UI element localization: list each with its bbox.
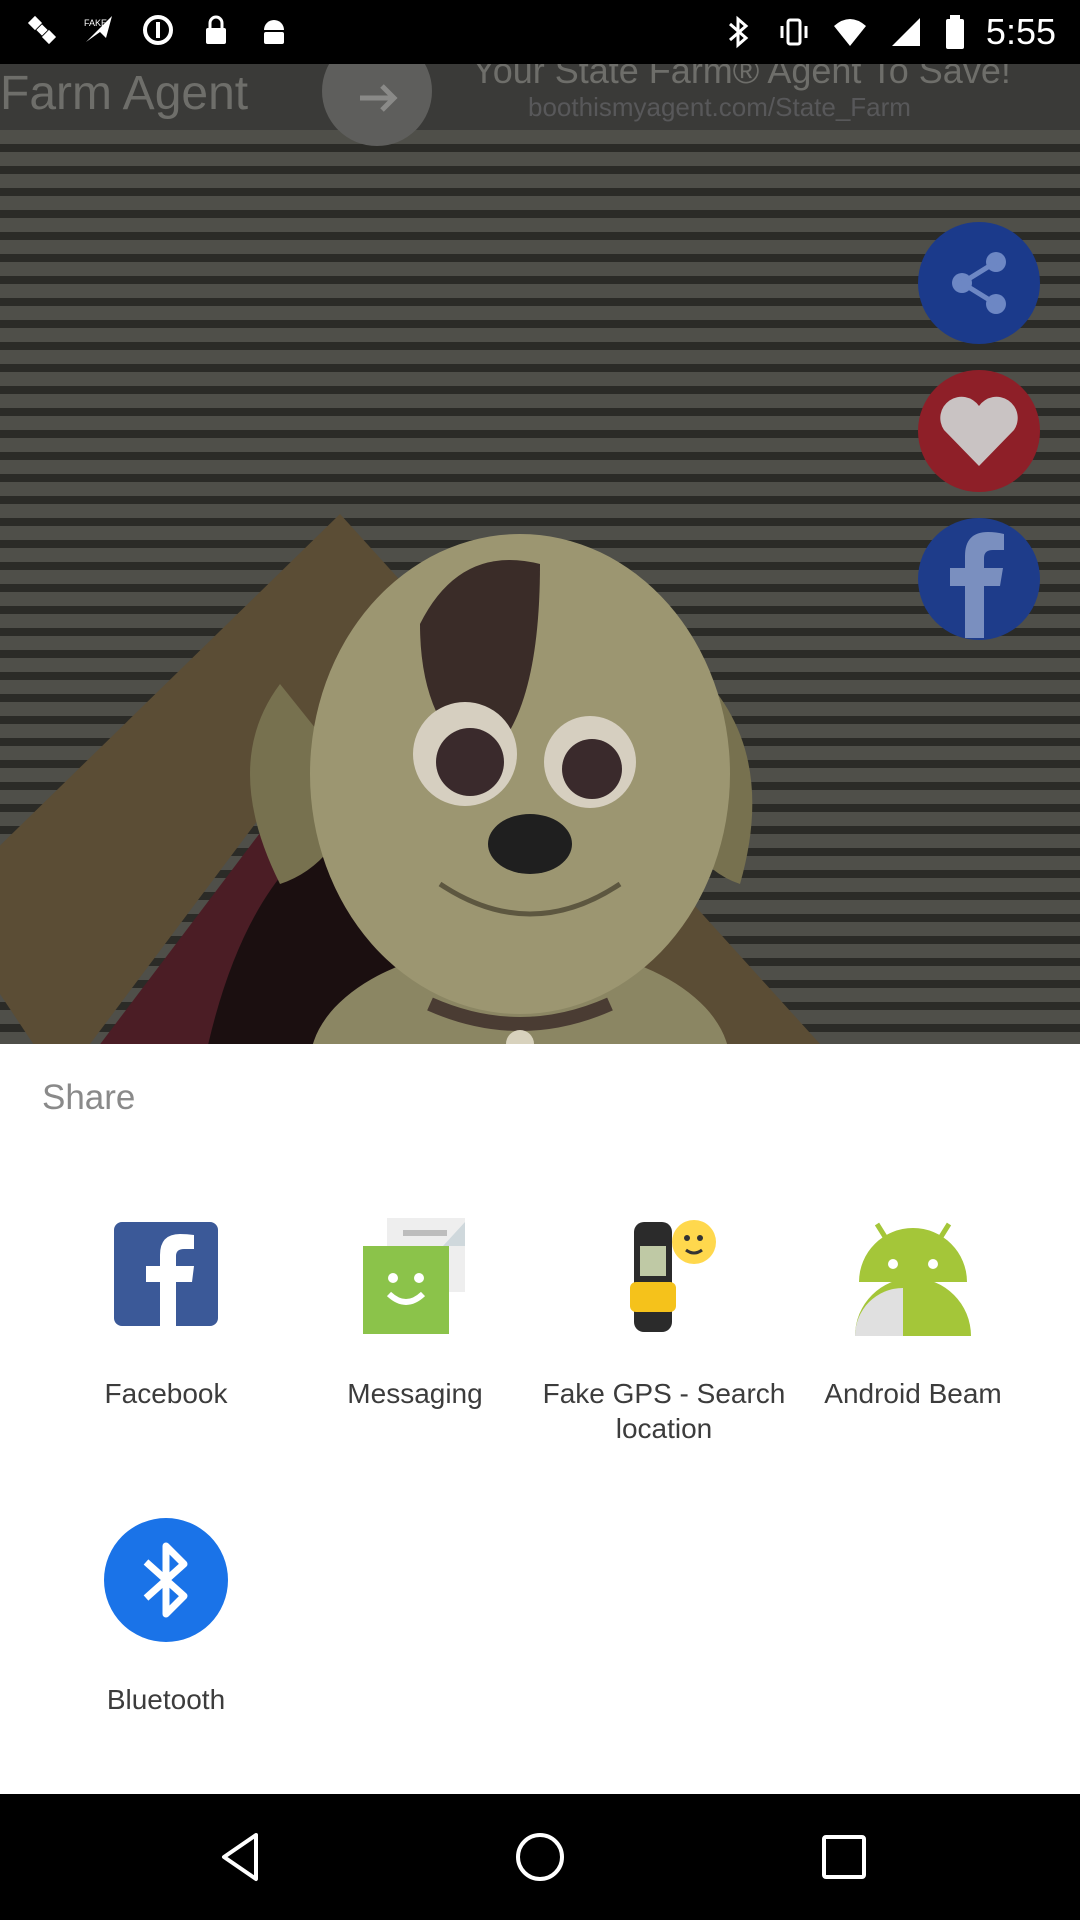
share-title: Share: [42, 1078, 136, 1117]
android-beam-icon: [851, 1212, 975, 1336]
share-app-label: Facebook: [104, 1378, 228, 1409]
share-sheet: Share Facebook Messaging Fake GPS - Sear…: [0, 1044, 1080, 1794]
fake-gps-icon: [602, 1212, 726, 1336]
share-app-label: Android Beam: [824, 1378, 1002, 1409]
arrow-right-icon[interactable]: [322, 64, 432, 146]
status-bar: FAKE 5:55: [0, 0, 1080, 64]
ad-headline: Your State Farm® Agent To Save!: [472, 64, 1011, 91]
satellite-icon: [27, 15, 57, 45]
vibrate-icon: [780, 18, 808, 46]
share-side-button[interactable]: [918, 222, 1040, 344]
data-saver-icon: [143, 15, 173, 45]
share-app-android-beam[interactable]: Android Beam: [788, 1212, 1038, 1411]
wifi-icon: [833, 19, 866, 46]
ad-url: boothismyagent.com/State_Farm: [528, 92, 911, 122]
share-app-bluetooth[interactable]: Bluetooth: [41, 1518, 291, 1717]
back-icon[interactable]: [210, 1827, 270, 1887]
share-app-label: Fake GPS - Search location: [542, 1378, 786, 1444]
dog-illustration: [250, 534, 753, 1044]
heart-icon: [940, 396, 1018, 466]
ad-banner[interactable]: Farm Agent Your State Farm® Agent To Sav…: [0, 64, 1080, 146]
messaging-icon: [353, 1212, 477, 1336]
share-app-facebook[interactable]: Facebook: [41, 1212, 291, 1411]
recents-icon[interactable]: [814, 1827, 874, 1887]
share-app-label: Bluetooth: [106, 1684, 226, 1715]
fake-gps-icon: FAKE: [84, 16, 112, 42]
signal-icon: [891, 18, 920, 46]
share-app-label: Messaging: [347, 1378, 483, 1409]
android-icon: [264, 20, 284, 44]
home-icon[interactable]: [510, 1827, 570, 1887]
ad-left-text: Farm Agent: [0, 67, 249, 120]
svg-text:FAKE: FAKE: [84, 18, 107, 28]
bluetooth-icon: [104, 1518, 228, 1642]
video-background: Farm Agent Your State Farm® Agent To Sav…: [0, 64, 1080, 1044]
share-app-fake-gps[interactable]: Fake GPS - Search location: [539, 1212, 789, 1446]
facebook-icon: [104, 1212, 228, 1336]
share-icon: [952, 252, 1006, 314]
battery-icon: [945, 15, 964, 49]
lock-icon: [206, 15, 226, 44]
facebook-icon: [950, 532, 1004, 638]
share-app-messaging[interactable]: Messaging: [290, 1212, 540, 1411]
clock: 5:55: [985, 11, 1056, 52]
facebook-side-button[interactable]: [918, 518, 1040, 640]
heart-side-button[interactable]: [918, 370, 1040, 492]
navigation-bar: [0, 1794, 1080, 1920]
bluetooth-icon: [728, 15, 749, 49]
